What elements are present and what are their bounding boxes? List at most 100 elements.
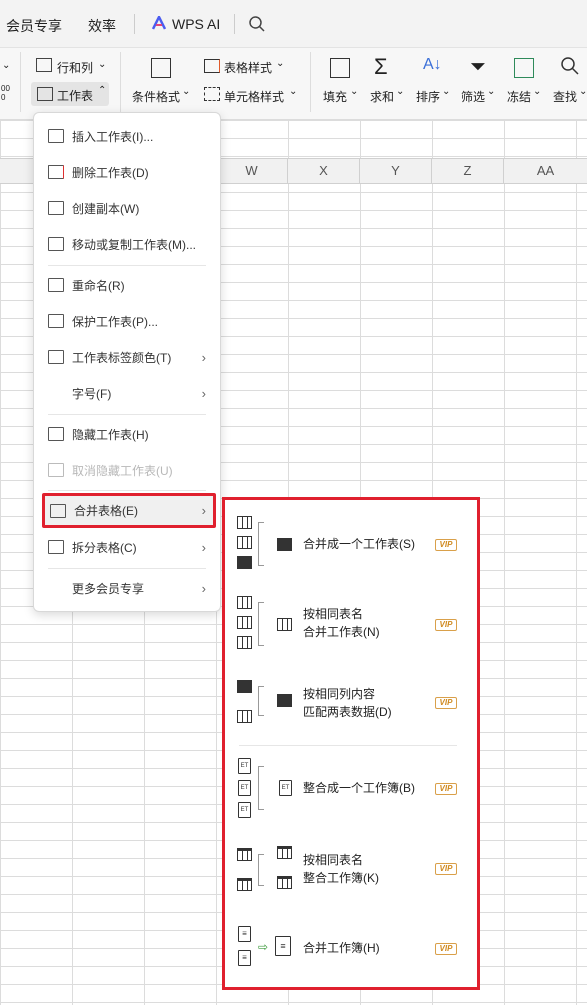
workbook-icon: ET (238, 780, 251, 796)
menu-item-merge-tables[interactable]: 合并表格(E) › (42, 493, 216, 528)
wps-ai-tab[interactable]: WPS AI (172, 16, 220, 32)
sheet-icon (237, 848, 252, 861)
document-icon: ≡ (238, 950, 251, 966)
submenu-item-merge-by-sheet-name[interactable]: 按相同表名 合并工作表(N) VIP (225, 592, 477, 652)
submenu-item-label: 按相同表名 (303, 853, 364, 867)
menu-item-unhide-sheet: 取消隐藏工作表(U) (34, 455, 220, 485)
column-header[interactable]: W (215, 159, 287, 183)
protect-sheet-icon (48, 314, 64, 328)
menu-item-hide-sheet[interactable]: 隐藏工作表(H) (34, 419, 220, 449)
menu-item-tab-color[interactable]: 工作表标签颜色(T) › (34, 342, 220, 372)
copy-sheet-icon (48, 201, 64, 215)
ribbon-left-label: 00 (1, 84, 10, 93)
workbook-icon: ET (238, 802, 251, 818)
menu-item-protect-sheet[interactable]: 保护工作表(P)... (34, 306, 220, 336)
cell-style-icon (204, 87, 220, 101)
ribbon-chevron-icon[interactable]: ⌄ (2, 60, 10, 71)
submenu-item-match-by-column[interactable]: 按相同列内容 匹配两表数据(D) VIP (225, 674, 477, 724)
submenu-item-label: 合并工作表(N) (303, 625, 380, 639)
find-button[interactable]: 查找 (553, 88, 577, 105)
chevron-down-icon: ⌄ (579, 86, 587, 97)
menu-item-label: 创建副本(W) (72, 201, 140, 216)
column-header[interactable]: X (287, 159, 359, 183)
chevron-down-icon: ⌄ (350, 86, 359, 97)
menu-item-label: 更多会员专享 (72, 581, 145, 596)
menu-item-label: 拆分表格(C) (72, 540, 137, 555)
vip-badge: VIP (435, 783, 457, 795)
row-col-button[interactable]: 行和列 (57, 59, 93, 76)
vip-badge: VIP (435, 697, 457, 709)
menu-item-move-sheet[interactable]: 移动或复制工作表(M)... (34, 229, 220, 259)
submenu-item-label: 按相同列内容 (303, 687, 376, 701)
submenu-item-merge-workbooks[interactable]: ≡ ≡ ⇨ ≡ 合并工作簿(H) VIP (225, 924, 477, 974)
member-tab[interactable]: 会员专享 (6, 16, 62, 36)
menu-item-label: 取消隐藏工作表(U) (72, 463, 173, 478)
submenu-divider (239, 745, 457, 746)
menu-item-rename[interactable]: 重命名(R) (34, 270, 220, 300)
move-sheet-icon (48, 237, 64, 251)
fill-button[interactable]: 填充 (323, 88, 347, 105)
menu-divider (48, 414, 206, 415)
chevron-down-icon: ⌄ (396, 86, 405, 97)
sum-button[interactable]: 求和 (370, 88, 394, 105)
submenu-item-label: 按相同表名 (303, 607, 364, 621)
merged-sheet-icon (277, 846, 292, 859)
submenu-item-merge-workbook-by-name[interactable]: 按相同表名 整合工作簿(K) VIP (225, 844, 477, 896)
chevron-down-icon: ⌄ (182, 86, 191, 97)
divider (234, 14, 235, 34)
chevron-down-icon: ⌄ (533, 86, 542, 97)
menu-item-more-member[interactable]: 更多会员专享 › (34, 573, 220, 603)
submenu-item-merge-to-one-sheet[interactable]: 合并成一个工作表(S) VIP (225, 512, 477, 574)
merged-sheet-icon (277, 618, 292, 631)
sort-button[interactable]: 排序 (416, 88, 440, 105)
bracket (258, 766, 264, 810)
menu-divider (48, 568, 206, 569)
vip-badge: VIP (435, 619, 457, 631)
filter-icon: ⏷ (470, 56, 486, 78)
efficiency-tab[interactable]: 效率 (88, 16, 116, 36)
delete-sheet-icon (48, 165, 64, 179)
worksheet-button[interactable]: 工作表 (57, 87, 93, 104)
menu-item-label: 重命名(R) (72, 278, 125, 293)
top-bar: 会员专享 效率 WPS AI (0, 0, 587, 48)
chevron-up-icon: ⌃ (98, 85, 107, 96)
menu-item-split-table[interactable]: 拆分表格(C) › (34, 532, 220, 562)
merge-tables-icon (50, 503, 66, 518)
menu-item-label: 保护工作表(P)... (72, 314, 158, 329)
sheet-icon (237, 536, 252, 549)
ribbon-left-label: 0 (1, 93, 6, 102)
bracket (258, 854, 264, 886)
column-header[interactable]: AA (503, 159, 587, 183)
menu-item-label: 合并表格(E) (74, 504, 138, 518)
wps-ai-icon (151, 14, 167, 30)
chevron-right-icon: › (201, 349, 206, 365)
menu-item-delete-sheet[interactable]: 删除工作表(D) (34, 157, 220, 187)
chevron-down-icon: ⌄ (98, 59, 107, 70)
menu-item-font-size[interactable]: 字号(F) › (34, 378, 220, 408)
column-header[interactable]: Z (431, 159, 503, 183)
menu-item-insert-sheet[interactable]: 插入工作表(I)... (34, 121, 220, 151)
submenu-item-merge-to-one-workbook[interactable]: ET ET ET ET 整合成一个工作簿(B) VIP (225, 756, 477, 818)
chevron-right-icon: › (201, 539, 206, 555)
column-header[interactable]: Y (359, 159, 431, 183)
vip-badge: VIP (435, 943, 457, 955)
conditional-format-button[interactable]: 条件格式 (132, 88, 180, 105)
insert-sheet-icon (48, 129, 64, 143)
menu-item-copy-sheet[interactable]: 创建副本(W) (34, 193, 220, 223)
filter-button[interactable]: 筛选 (461, 88, 485, 105)
document-icon: ≡ (238, 926, 251, 942)
freeze-button[interactable]: 冻结 (507, 88, 531, 105)
split-table-icon (48, 540, 64, 554)
merge-submenu: 合并成一个工作表(S) VIP 按相同表名 合并工作表(N) VIP 按相同列内… (222, 497, 480, 990)
chevron-down-icon: ⌄ (276, 58, 285, 69)
conditional-format-icon (151, 58, 171, 78)
bracket (258, 686, 264, 716)
find-icon (560, 56, 580, 79)
sheet-icon (237, 710, 252, 723)
worksheet-menu: 插入工作表(I)... 删除工作表(D) 创建副本(W) 移动或复制工作表(M)… (33, 112, 221, 612)
search-icon[interactable] (248, 15, 266, 36)
cell-style-button[interactable]: 单元格样式 (224, 88, 284, 105)
table-style-button[interactable]: 表格样式 (224, 59, 272, 76)
menu-divider (48, 490, 206, 491)
sheet-icon (237, 556, 252, 569)
